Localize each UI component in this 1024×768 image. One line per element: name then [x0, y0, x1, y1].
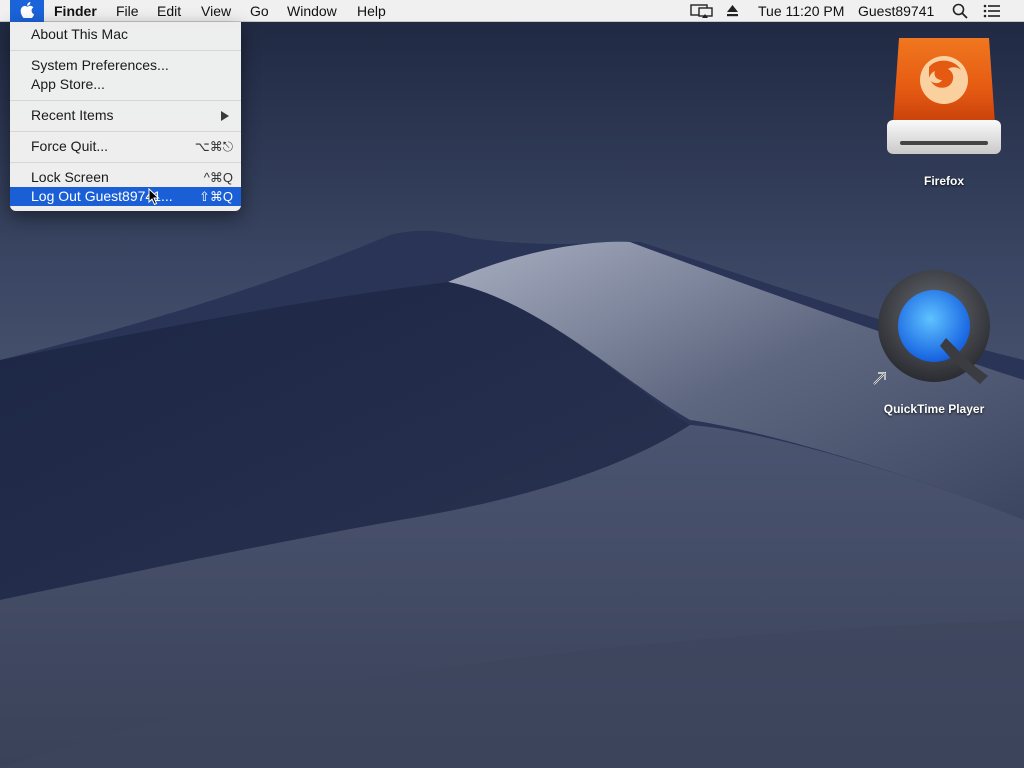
menu-view[interactable]: View [201, 3, 231, 19]
menu-file[interactable]: File [116, 3, 139, 19]
menu-item-log-out[interactable]: Log Out Guest89741... ⇧⌘Q [10, 187, 241, 206]
alias-arrow-icon [873, 372, 886, 385]
menu-separator [10, 100, 241, 101]
eject-icon[interactable] [726, 3, 739, 19]
menu-item-label: App Store... [31, 76, 105, 92]
notification-center-icon[interactable] [983, 3, 1001, 19]
apple-menu-dropdown: About This Mac System Preferences... App… [10, 22, 241, 211]
firefox-drive-icon [887, 38, 1001, 154]
menu-item-label: System Preferences... [31, 57, 169, 73]
airplay-display-icon[interactable] [690, 3, 714, 19]
menu-item-label: About This Mac [31, 26, 129, 42]
menu-user[interactable]: Guest89741 [858, 3, 934, 19]
menu-item-label: Recent Items [31, 107, 114, 123]
menu-finder[interactable]: Finder [54, 3, 97, 19]
submenu-arrow-icon [221, 111, 229, 121]
menu-clock[interactable]: Tue 11:20 PM [758, 3, 844, 19]
menu-separator [10, 131, 241, 132]
menu-help[interactable]: Help [357, 3, 386, 19]
menu-item-shortcut: ^⌘Q [203, 170, 233, 185]
menu-go[interactable]: Go [250, 3, 269, 19]
menu-edit[interactable]: Edit [157, 3, 181, 19]
desktop-icon-label: QuickTime Player [883, 402, 985, 416]
spotlight-search-icon[interactable] [952, 3, 968, 19]
menu-item-recent-items[interactable]: Recent Items [10, 106, 241, 125]
menu-bar: Finder File Edit View Go Window Help Tue… [0, 0, 1024, 22]
menu-item-system-preferences[interactable]: System Preferences... [10, 56, 241, 75]
mouse-cursor-icon [148, 188, 160, 206]
menu-item-about-this-mac[interactable]: About This Mac [10, 25, 241, 44]
menu-item-lock-screen[interactable]: Lock Screen ^⌘Q [10, 168, 241, 187]
menu-window[interactable]: Window [287, 3, 337, 19]
menu-item-app-store[interactable]: App Store... [10, 75, 241, 94]
menu-item-shortcut: ⌥⌘⎋ [194, 139, 233, 154]
menu-separator [10, 162, 241, 163]
menu-item-label: Force Quit... [31, 138, 109, 154]
menu-item-shortcut: ⇧⌘Q [198, 189, 233, 204]
desktop-icon-firefox[interactable]: Firefox [882, 34, 1006, 194]
menu-separator [10, 50, 241, 51]
desktop-icon-quicktime-player[interactable]: QuickTime Player [868, 266, 1000, 422]
menu-item-force-quit[interactable]: Force Quit... ⌥⌘⎋ [10, 137, 241, 156]
apple-logo-icon [20, 1, 35, 21]
apple-menu-button[interactable] [10, 0, 44, 22]
desktop-icon-label: Firefox [923, 174, 964, 188]
menu-item-label: Lock Screen [31, 169, 109, 185]
